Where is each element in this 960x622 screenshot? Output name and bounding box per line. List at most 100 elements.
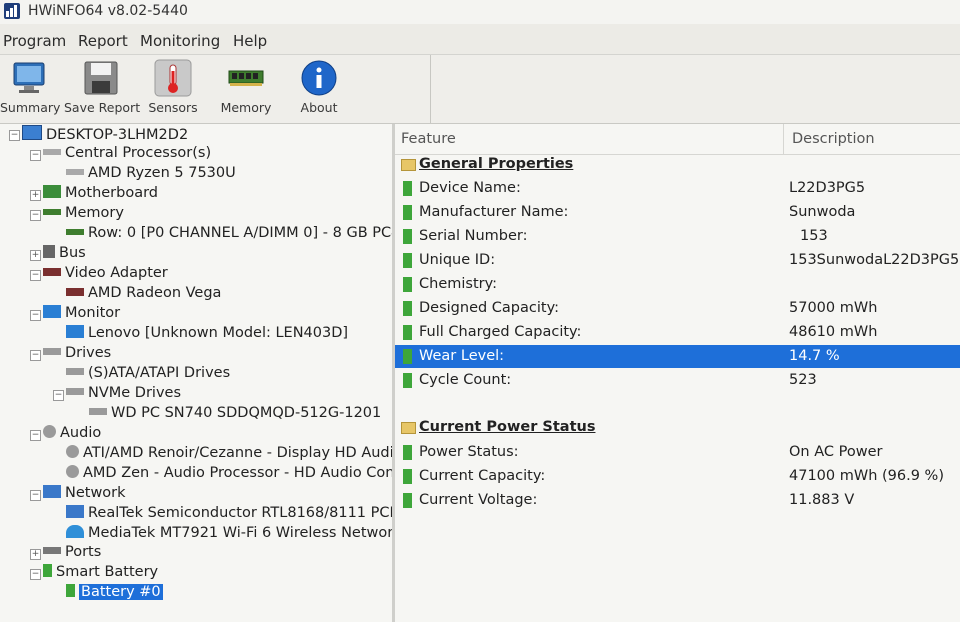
tree-item-gpu[interactable]: AMD Radeon Vega (66, 285, 221, 305)
ports-icon (43, 547, 61, 554)
menu-program[interactable]: Program (3, 32, 66, 50)
battery-icon (403, 373, 412, 388)
drive-icon (66, 368, 84, 375)
menu-monitoring[interactable]: Monitoring (140, 32, 220, 50)
tree-item-cpu[interactable]: − Central Processor(s) (30, 145, 211, 165)
about-label: About (300, 100, 338, 115)
table-row[interactable]: Current Capacity: 47100 mWh (96.9 %) (395, 465, 960, 488)
collapse-icon[interactable]: − (9, 130, 20, 141)
battery-icon (403, 469, 412, 484)
table-row[interactable]: Power Status: On AC Power (395, 441, 960, 464)
collapse-icon[interactable]: − (30, 210, 41, 221)
device-tree[interactable]: − DESKTOP-3LHM2D2 − Central Processor(s)… (0, 124, 392, 622)
battery-icon (403, 493, 412, 508)
cpu-icon (43, 149, 61, 155)
sensors-label: Sensors (148, 100, 198, 115)
tree-item-memory[interactable]: − Memory (30, 205, 124, 225)
tree-item-network[interactable]: − Network (30, 485, 126, 505)
memory-icon (228, 70, 264, 86)
table-row[interactable]: Designed Capacity: 57000 mWh (395, 297, 960, 320)
collapse-icon[interactable]: − (30, 270, 41, 281)
drive-icon (89, 408, 107, 415)
tree-item-audio-device-2[interactable]: AMD Zen - Audio Processor - HD Audio Con… (66, 465, 392, 485)
title-bar: HWiNFO64 v8.02-5440 (0, 0, 960, 24)
toolbar: Summary Save Report Sensors Memory About (0, 54, 960, 124)
computer-icon (22, 125, 42, 140)
tree-item-video-adapter[interactable]: − Video Adapter (30, 265, 168, 285)
tree-item-battery-0[interactable]: Battery #0 (66, 584, 163, 604)
tree-item-audio-device-1[interactable]: ATI/AMD Renoir/Cezanne - Display HD Audi… (66, 445, 392, 465)
collapse-icon[interactable]: − (30, 310, 41, 321)
thermometer-icon (154, 59, 192, 97)
monitor-icon (66, 325, 84, 338)
info-icon (301, 60, 337, 96)
tree-item-cpu-model[interactable]: AMD Ryzen 5 7530U (66, 165, 236, 185)
table-row[interactable]: Chemistry: (395, 273, 960, 296)
column-feature-header[interactable]: Feature (401, 131, 456, 147)
collapse-icon[interactable]: − (30, 569, 41, 580)
column-description-header[interactable]: Description (792, 131, 875, 147)
audio-icon (66, 445, 79, 458)
tree-item-sata-drives[interactable]: (S)ATA/ATAPI Drives (66, 365, 230, 385)
folder-icon (401, 159, 416, 171)
tree-item-ports[interactable]: + Ports (30, 544, 101, 564)
table-row[interactable]: Device Name: L22D3PG5 (395, 177, 960, 200)
collapse-icon[interactable]: − (30, 350, 41, 361)
wifi-icon (66, 525, 84, 538)
tree-item-motherboard[interactable]: + Motherboard (30, 185, 158, 205)
monitor-icon (43, 305, 61, 318)
menu-report[interactable]: Report (78, 32, 128, 50)
menu-help[interactable]: Help (233, 32, 267, 50)
memory-button[interactable]: Memory (220, 57, 272, 121)
table-row[interactable]: Current Voltage: 11.883 V (395, 489, 960, 512)
summary-label: Summary (0, 100, 61, 115)
tree-item-computer[interactable]: − DESKTOP-3LHM2D2 (9, 125, 188, 145)
expand-icon[interactable]: + (30, 250, 41, 261)
drive-icon (66, 388, 84, 395)
audio-icon (43, 425, 56, 438)
tree-item-wifi[interactable]: MediaTek MT7921 Wi-Fi 6 Wireless Network… (66, 525, 392, 545)
window-title: HWiNFO64 v8.02-5440 (28, 3, 188, 19)
bus-icon (43, 245, 55, 258)
table-row[interactable]: Serial Number: 153 (395, 225, 960, 248)
save-report-button[interactable]: Save Report (64, 57, 141, 121)
tree-item-drives[interactable]: − Drives (30, 345, 111, 365)
section-row[interactable]: General Properties (395, 153, 960, 176)
battery-icon (403, 205, 412, 220)
battery-icon (43, 564, 52, 577)
tree-item-smart-battery[interactable]: − Smart Battery (30, 564, 158, 584)
tree-item-bus[interactable]: + Bus (30, 245, 86, 265)
sensors-button[interactable]: Sensors (148, 57, 198, 121)
gpu-icon (43, 268, 61, 276)
drive-icon (43, 348, 61, 355)
detail-panel: Feature Description General Properties D… (395, 124, 960, 622)
tree-item-memory-row[interactable]: Row: 0 [P0 CHANNEL A/DIMM 0] - 8 GB PC4 (66, 225, 392, 245)
collapse-icon[interactable]: − (30, 430, 41, 441)
table-row[interactable]: Manufacturer Name: Sunwoda (395, 201, 960, 224)
table-row[interactable]: Cycle Count: 523 (395, 369, 960, 392)
tree-item-monitor-model[interactable]: Lenovo [Unknown Model: LEN403D] (66, 325, 348, 345)
battery-icon (403, 301, 412, 316)
expand-icon[interactable]: + (30, 190, 41, 201)
column-resize-handle[interactable] (783, 124, 784, 154)
tree-item-ethernet[interactable]: RealTek Semiconductor RTL8168/8111 PCI-E (66, 505, 392, 525)
about-button[interactable]: About (294, 57, 344, 121)
tree-item-audio[interactable]: − Audio (30, 425, 101, 445)
section-row[interactable]: Current Power Status (395, 416, 960, 439)
audio-icon (66, 465, 79, 478)
collapse-icon[interactable]: − (53, 390, 64, 401)
battery-icon (403, 181, 412, 196)
save-report-label: Save Report (64, 100, 141, 115)
summary-button[interactable]: Summary (0, 57, 61, 121)
table-row-selected[interactable]: Wear Level: 14.7 % (395, 345, 960, 368)
tree-item-nvme-drives[interactable]: − NVMe Drives (53, 385, 181, 405)
memory-label: Memory (220, 100, 272, 115)
collapse-icon[interactable]: − (30, 150, 41, 161)
tree-item-nvme-drive[interactable]: WD PC SN740 SDDQMQD-512G-1201 (89, 405, 381, 425)
battery-icon (403, 325, 412, 340)
collapse-icon[interactable]: − (30, 490, 41, 501)
table-row[interactable]: Unique ID: 153SunwodaL22D3PG5 (395, 249, 960, 272)
tree-item-monitor[interactable]: − Monitor (30, 305, 120, 325)
expand-icon[interactable]: + (30, 549, 41, 560)
table-row[interactable]: Full Charged Capacity: 48610 mWh (395, 321, 960, 344)
